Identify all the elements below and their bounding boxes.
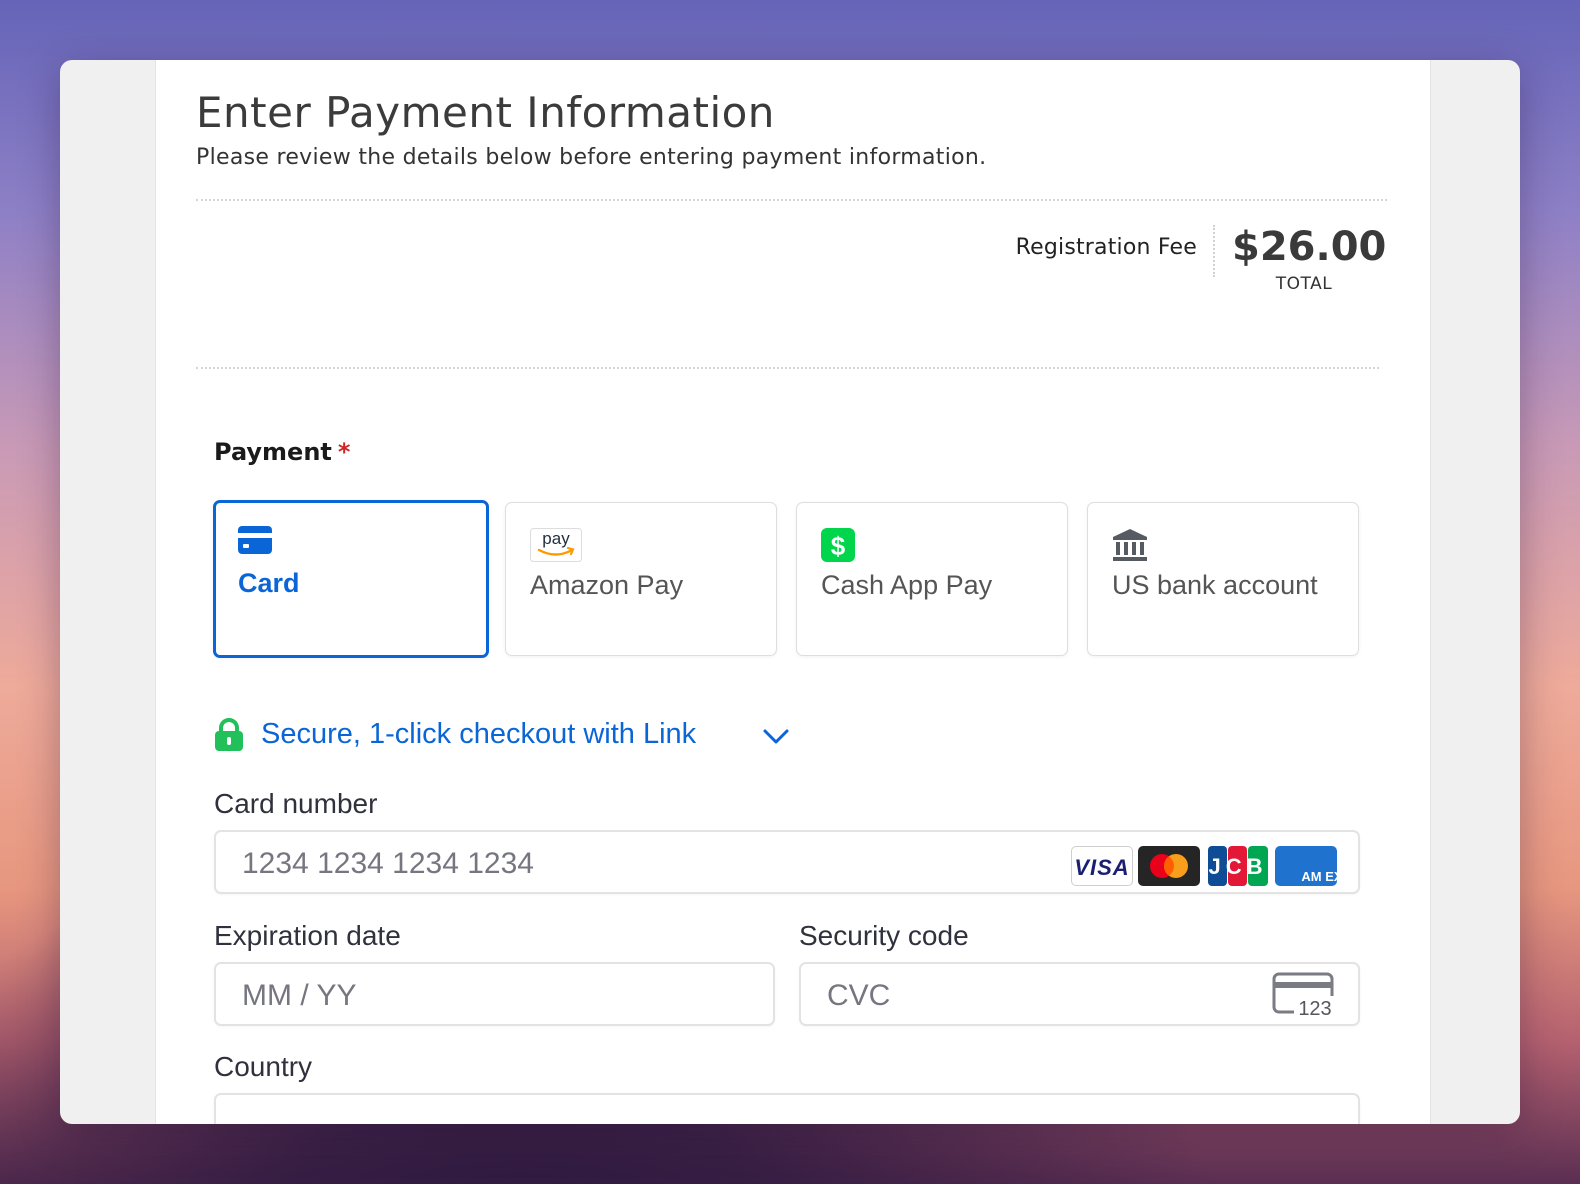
page-subtitle: Please review the details below before e… bbox=[196, 145, 987, 170]
cash-app-icon: $ bbox=[821, 528, 855, 566]
required-marker: * bbox=[337, 438, 351, 466]
amazon-pay-icon: pay bbox=[530, 528, 582, 566]
jcb-logo-text: JCB bbox=[1208, 854, 1267, 879]
payment-label-text: Payment bbox=[214, 438, 332, 466]
expiry-label: Expiration date bbox=[214, 920, 401, 951]
payment-method-us-bank-account[interactable]: US bank account bbox=[1087, 502, 1359, 656]
payment-method-card[interactable]: Card bbox=[213, 500, 489, 658]
page-title: Enter Payment Information bbox=[196, 88, 775, 137]
amex-logo-text: AM EX bbox=[1301, 869, 1337, 884]
jcb-logo-icon: JCB bbox=[1207, 846, 1269, 886]
amex-logo-icon: AM EX bbox=[1275, 846, 1343, 886]
fee-divider bbox=[1213, 225, 1215, 277]
link-checkout-text: Secure, 1-click checkout with Link bbox=[261, 718, 697, 750]
expiry-input[interactable] bbox=[240, 976, 744, 1016]
expiry-field bbox=[214, 962, 775, 1026]
fee-label: Registration Fee bbox=[1015, 235, 1197, 260]
country-label: Country bbox=[214, 1051, 313, 1082]
total-amount: $26.00 bbox=[1232, 224, 1387, 270]
lock-icon bbox=[214, 718, 244, 756]
card-number-field: VISA JCB AM EX bbox=[214, 830, 1360, 894]
cvc-card-icon: 123 bbox=[1272, 972, 1336, 1022]
cvc-input[interactable] bbox=[825, 976, 1229, 1016]
payment-method-amazon-pay[interactable]: pay Amazon Pay bbox=[505, 502, 777, 656]
payment-section-label: Payment * bbox=[214, 438, 350, 466]
chevron-down-icon bbox=[762, 728, 790, 750]
payment-method-label: Amazon Pay bbox=[530, 570, 684, 600]
amazon-pay-icon-text: pay bbox=[542, 529, 570, 548]
visa-logo-text: VISA bbox=[1074, 855, 1130, 880]
payment-method-label: US bank account bbox=[1112, 570, 1318, 600]
bottom-divider bbox=[196, 367, 1379, 369]
cvc-label: Security code bbox=[799, 920, 969, 951]
total-label: TOTAL bbox=[1275, 274, 1333, 294]
cash-app-icon-text: $ bbox=[831, 531, 846, 561]
cvc-icon-text: 123 bbox=[1298, 998, 1331, 1018]
payment-page: Enter Payment Information Please review … bbox=[155, 60, 1431, 1124]
country-select[interactable] bbox=[214, 1093, 1360, 1124]
cvc-field: 123 bbox=[799, 962, 1360, 1026]
card-icon bbox=[238, 526, 272, 558]
browser-window: Enter Payment Information Please review … bbox=[60, 60, 1520, 1124]
top-divider bbox=[196, 199, 1387, 201]
mastercard-logo-icon bbox=[1138, 846, 1200, 886]
payment-method-label: Card bbox=[238, 568, 300, 598]
card-number-label: Card number bbox=[214, 788, 378, 819]
visa-logo-icon: VISA bbox=[1071, 846, 1133, 886]
payment-method-label: Cash App Pay bbox=[821, 570, 993, 600]
bank-icon bbox=[1112, 528, 1148, 566]
card-number-input[interactable] bbox=[240, 844, 1044, 884]
payment-method-cash-app-pay[interactable]: $ Cash App Pay bbox=[796, 502, 1068, 656]
